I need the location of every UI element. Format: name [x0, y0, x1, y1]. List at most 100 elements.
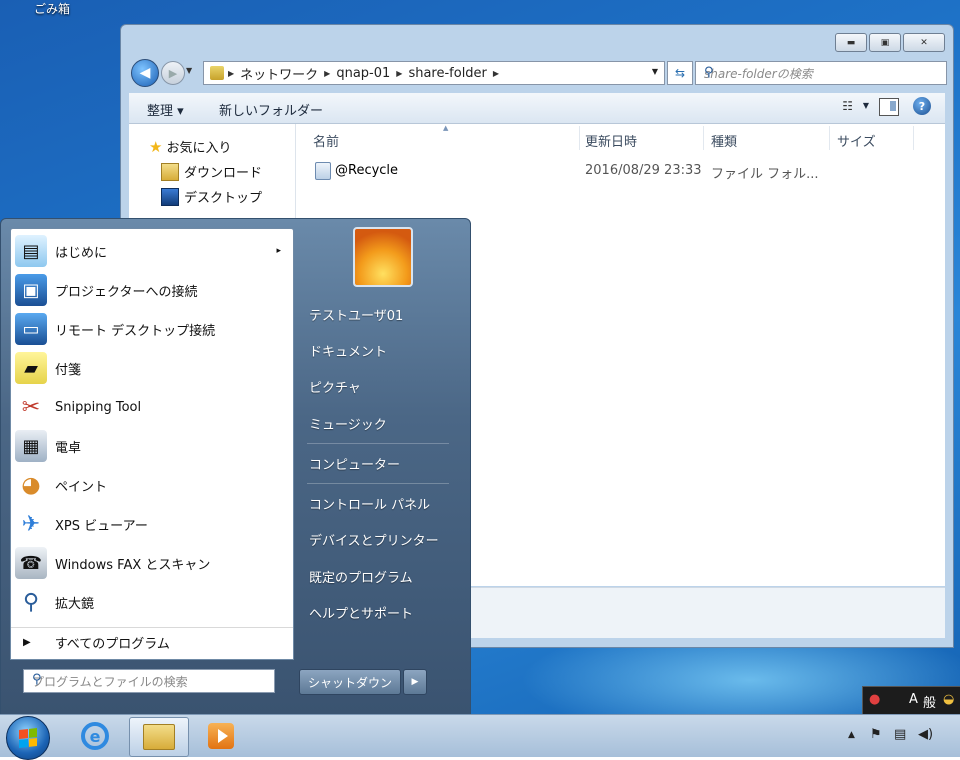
taskbar-media-player-button[interactable]	[192, 717, 250, 755]
shutdown-options-button[interactable]: ▶	[403, 669, 427, 695]
address-dropdown-icon[interactable]: ▼	[652, 67, 658, 76]
address-bar[interactable]: ▶ ネットワーク ▶ qnap-01 ▶ share-folder ▶ ▼	[203, 61, 665, 85]
right-item-music[interactable]: ミュージック	[309, 414, 387, 433]
column-divider[interactable]	[913, 126, 914, 150]
program-xps-viewer[interactable]: ✈ XPS ビューアー	[11, 505, 293, 543]
menu-separator	[307, 443, 449, 444]
projector-icon: ▣	[15, 274, 47, 306]
recycle-folder-icon	[315, 162, 331, 180]
program-fax-scan[interactable]: ☎ Windows FAX とスキャン	[11, 544, 293, 582]
refresh-button[interactable]: ⇆	[667, 61, 693, 85]
scissors-icon: ✂	[21, 394, 41, 420]
nav-favorites[interactable]: ★ お気に入り	[149, 137, 231, 157]
program-calculator[interactable]: ▦ 電卓	[11, 427, 293, 465]
program-sticky-notes[interactable]: ▰ 付箋	[11, 349, 293, 387]
user-avatar[interactable]	[353, 227, 413, 287]
search-icon[interactable]: ⚲	[704, 65, 940, 80]
breadcrumb-qnap[interactable]: qnap-01	[330, 66, 396, 81]
command-bar: 整理 ▾ 新しいフォルダー ☷ ▼ ?	[129, 93, 945, 124]
caption-buttons: ▬ ▣ ✕	[835, 33, 945, 52]
new-folder-button[interactable]: 新しいフォルダー	[219, 100, 323, 119]
program-getting-started[interactable]: ▤ はじめに ▸	[11, 232, 293, 270]
help-icon[interactable]: ?	[913, 97, 931, 115]
download-folder-icon	[161, 162, 179, 181]
column-divider[interactable]	[579, 126, 580, 150]
view-dropdown-icon[interactable]: ▼	[863, 101, 869, 110]
program-remote-desktop[interactable]: ▭ リモート デスクトップ接続	[11, 310, 293, 348]
organize-button[interactable]: 整理 ▾	[147, 100, 184, 119]
getting-started-icon: ▤	[15, 235, 47, 267]
search-icon[interactable]: ⚲	[32, 672, 268, 687]
program-snipping-tool[interactable]: ✂ Snipping Tool	[11, 388, 293, 426]
forward-button[interactable]: ▶	[161, 61, 185, 85]
preview-pane-icon[interactable]	[879, 98, 899, 116]
program-label: 付箋	[55, 362, 82, 378]
breadcrumb-network[interactable]: ネットワーク	[234, 64, 324, 83]
file-type: ファイル フォル...	[711, 167, 819, 182]
column-type[interactable]: 種類	[711, 131, 737, 150]
magnifier-icon: ⚲	[22, 589, 40, 615]
chevron-right-icon[interactable]: ▶	[493, 69, 499, 78]
program-magnifier[interactable]: ⚲ 拡大鏡	[11, 583, 293, 621]
file-row[interactable]: @Recycle 2016/08/29 23:33 ファイル フォル...	[295, 159, 945, 183]
right-item-user[interactable]: テストユーザ01	[309, 305, 403, 324]
right-item-computer[interactable]: コンピューター	[309, 454, 400, 473]
star-icon: ★	[149, 137, 163, 156]
program-label: ペイント	[55, 479, 108, 495]
fax-icon: ☎	[15, 547, 47, 579]
desktop: ごみ箱 ▬ ▣ ✕ ◀ ▶ ▼ ▶ ネットワーク ▶ qnap-01 ▶ sha…	[0, 0, 960, 760]
paint-palette-icon: ◕	[21, 472, 41, 498]
recycle-bin-label[interactable]: ごみ箱	[34, 0, 70, 17]
close-button[interactable]: ✕	[903, 33, 945, 52]
triangle-right-icon: ▶	[23, 636, 31, 648]
program-paint[interactable]: ◕ ペイント	[11, 466, 293, 504]
network-icon[interactable]: ▤	[894, 727, 906, 742]
taskbar-explorer-button[interactable]	[129, 717, 189, 757]
nav-downloads[interactable]: ダウンロード	[161, 162, 262, 181]
column-divider[interactable]	[703, 126, 704, 150]
taskbar: e ▲ ⚑ ▤ ◀)	[0, 714, 960, 760]
column-divider[interactable]	[829, 126, 830, 150]
volume-icon[interactable]: ◀)	[918, 727, 933, 742]
ime-mode[interactable]: A	[909, 692, 918, 707]
show-hidden-icons-icon[interactable]: ▲	[848, 730, 855, 740]
program-projector[interactable]: ▣ プロジェクターへの接続	[11, 271, 293, 309]
start-search-input[interactable]: プログラムとファイルの検索 ⚲	[23, 669, 275, 693]
column-size[interactable]: サイズ	[837, 131, 876, 150]
nav-desktop[interactable]: デスクトップ	[161, 187, 262, 206]
right-item-default-programs[interactable]: 既定のプログラム	[309, 567, 413, 586]
right-item-help[interactable]: ヘルプとサポート	[309, 603, 413, 622]
media-player-icon	[208, 723, 234, 749]
taskbar-ie-button[interactable]: e	[66, 717, 124, 755]
right-item-documents[interactable]: ドキュメント	[309, 341, 387, 360]
column-modified[interactable]: 更新日時	[585, 131, 637, 150]
right-item-devices-printers[interactable]: デバイスとプリンター	[309, 530, 439, 549]
nav-downloads-label: ダウンロード	[184, 166, 263, 181]
view-options-icon[interactable]: ☷	[842, 99, 853, 113]
ime-language-bar[interactable]: ● A 般 ◒	[862, 686, 960, 716]
internet-explorer-icon: e	[81, 722, 109, 750]
maximize-button[interactable]: ▣	[869, 33, 901, 52]
right-item-pictures[interactable]: ピクチャ	[309, 377, 361, 396]
all-programs-item[interactable]: ▶ すべてのプログラム	[11, 627, 293, 656]
folder-search-input[interactable]: share-folderの検索 ⚲	[695, 61, 947, 85]
column-name[interactable]: 名前	[313, 131, 339, 150]
minimize-button[interactable]: ▬	[835, 33, 867, 52]
ime-label[interactable]: 般	[923, 692, 936, 711]
file-name[interactable]: @Recycle	[335, 163, 398, 178]
action-center-flag-icon[interactable]: ⚑	[870, 727, 882, 742]
history-dropdown-icon[interactable]: ▼	[186, 66, 192, 75]
program-label: Snipping Tool	[55, 399, 142, 415]
desktop-icon	[161, 187, 179, 206]
shutdown-button[interactable]: シャットダウン	[299, 669, 401, 695]
breadcrumb-share-folder[interactable]: share-folder	[402, 66, 492, 81]
submenu-arrow-icon[interactable]: ▸	[276, 246, 281, 256]
ime-pad-icon[interactable]: ◒	[943, 692, 954, 707]
ime-tools-icon[interactable]: ●	[869, 692, 880, 707]
start-orb-button[interactable]	[6, 716, 50, 760]
file-modified: 2016/08/29 23:33	[585, 163, 702, 178]
notification-area: ▲ ⚑ ▤ ◀)	[840, 715, 960, 757]
menu-separator	[307, 483, 449, 484]
right-item-control-panel[interactable]: コントロール パネル	[309, 494, 430, 513]
back-button[interactable]: ◀	[131, 59, 159, 87]
